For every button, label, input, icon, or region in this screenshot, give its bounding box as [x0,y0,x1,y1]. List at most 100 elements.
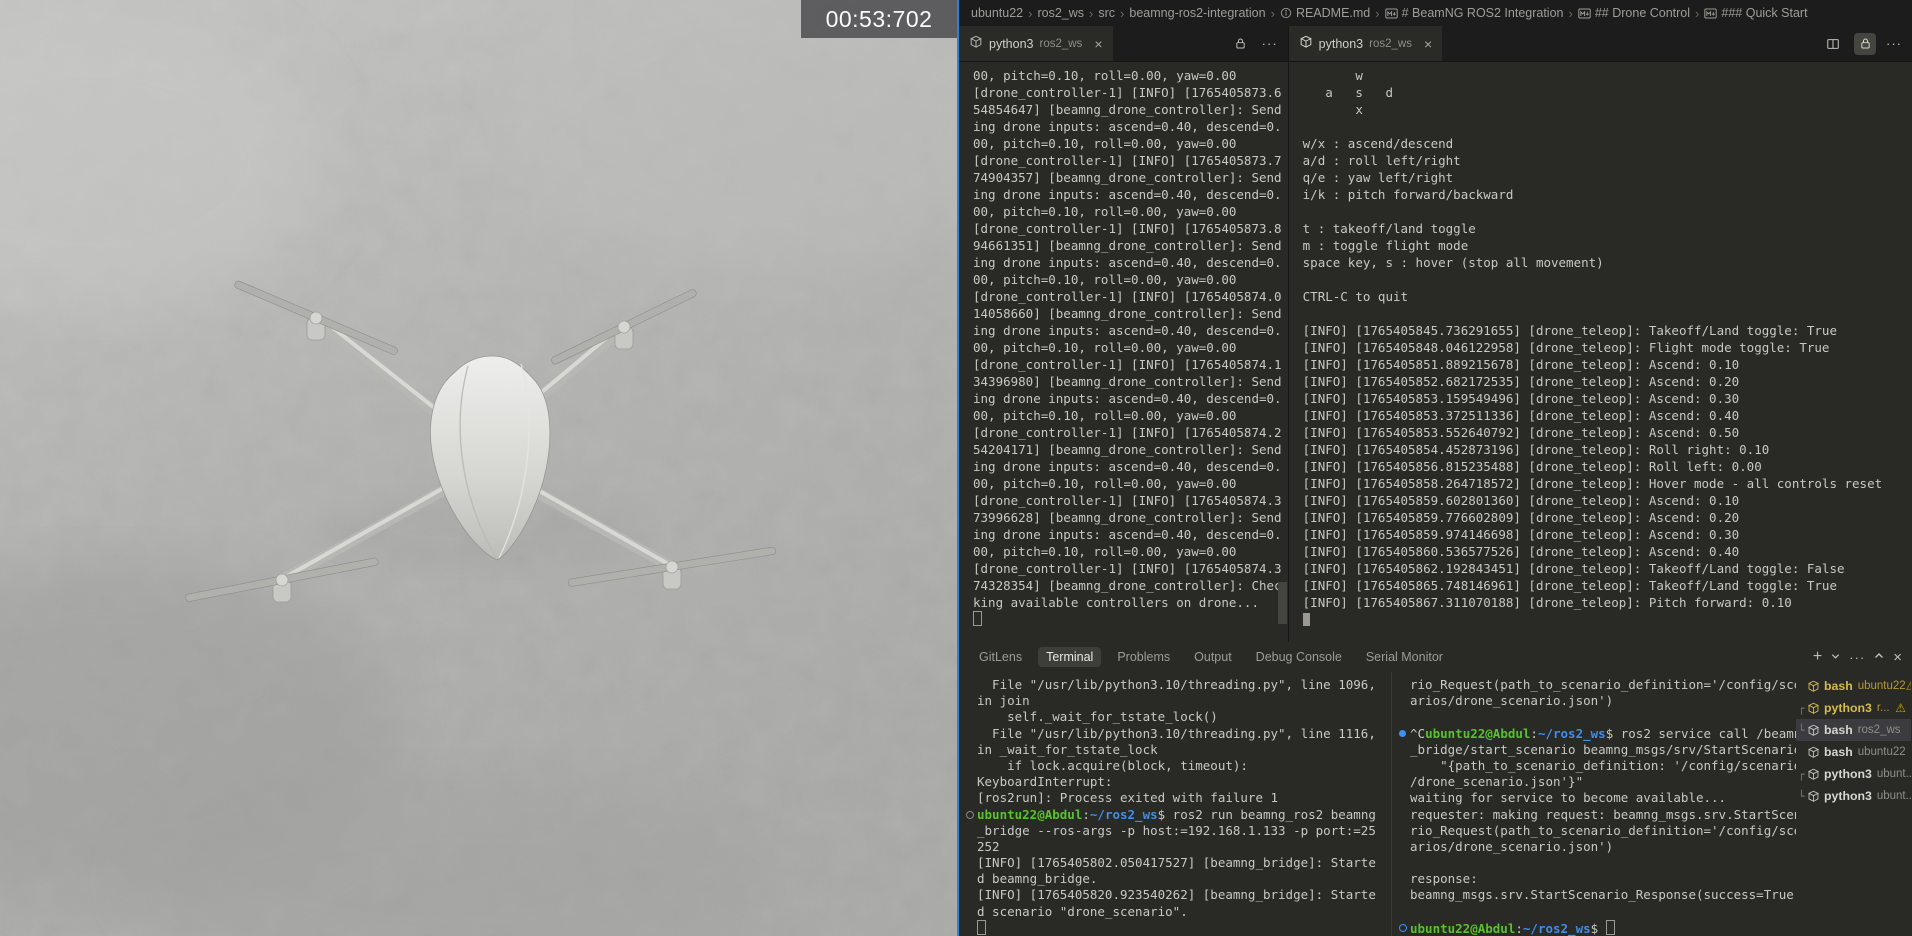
new-terminal-icon[interactable]: + [1813,648,1822,666]
terminal-line: if lock.acquire(block, timeout): [969,758,1391,774]
terminal-editor-left[interactable]: 00, pitch=0.10, roll=0.00, yaw=0.00[dron… [959,62,1289,642]
panel-tab-gitlens[interactable]: GitLens [971,647,1030,667]
breadcrumb-item[interactable]: ubuntu22 [971,6,1023,20]
tree-connector: ┌ [1798,768,1807,781]
panel-actions: + ··· × [1813,642,1902,672]
command-decoration-icon[interactable] [966,811,974,819]
panel-tab-serial-monitor[interactable]: Serial Monitor [1358,647,1451,667]
tab-python3-ros2ws-right[interactable]: python3 ros2_ws × [1289,26,1443,61]
breadcrumb-item[interactable]: ### Quick Start [1704,6,1807,20]
close-panel-icon[interactable]: × [1893,649,1902,666]
terminal-line: 00, pitch=0.10, roll=0.00, yaw=0.00 [969,67,1288,84]
terminal-line: [drone_controller-1] [INFO] [1765405873.… [969,84,1288,101]
terminal-profile-icon [1807,702,1820,715]
terminal-panel-body: File "/usr/lib/python3.10/threading.py",… [959,672,1912,936]
editor-group-left-tabs: python3 ros2_ws × ··· [959,26,1289,61]
command-decoration-icon[interactable] [1399,730,1406,737]
terminal-line: rio_Request(path_to_scenario_definition=… [1402,823,1796,839]
panel-tab-bar: GitLens Terminal Problems Output Debug Conso… [959,642,1912,672]
terminal-line: ing drone inputs: ascend=0.40, descend=0… [969,118,1288,135]
chevron-down-icon[interactable] [1831,648,1840,666]
terminal-list-item[interactable]: └bashros2_ws [1796,719,1911,741]
terminal-line: "{path_to_scenario_definition: '/config/… [1402,758,1796,774]
terminal-line: CTRL-C to quit [1299,288,1912,305]
lock-icon[interactable] [1854,33,1876,55]
breadcrumb-item[interactable]: ## Drone Control [1578,6,1690,20]
terminal-profile-icon [1807,680,1820,693]
terminal-line [1299,271,1912,288]
terminal-list-item[interactable]: bashubuntu22⚠ [1796,675,1911,697]
terminal-line: [INFO] [1765405853.552640792] [drone_tel… [1299,424,1912,441]
terminal-line: d scenario "drone_scenario". [969,904,1391,920]
panel-tab-problems[interactable]: Problems [1109,647,1178,667]
terminal-line: [INFO] [1765405862.192843451] [drone_tel… [1299,560,1912,577]
breadcrumb-separator: › [1120,6,1124,21]
terminal-pane-right[interactable]: rio_Request(path_to_scenario_definition=… [1392,672,1796,936]
terminal-line: 74328354] [beamng_drone_controller]: Che… [969,577,1288,594]
tab-python3-ros2ws-left[interactable]: python3 ros2_ws × [959,26,1113,61]
breadcrumb-item[interactable]: # BeamNG ROS2 Integration [1385,6,1564,20]
lock-icon[interactable] [1230,33,1252,55]
terminal-line [969,611,1288,628]
terminal-line: [drone_controller-1] [INFO] [1765405874.… [969,288,1288,305]
breadcrumb-separator: › [1089,6,1093,21]
split-editor-icon[interactable] [1822,33,1844,55]
terminal-line: [INFO] [1765405845.736291655] [drone_tel… [1299,322,1912,339]
terminal-editor-right[interactable]: w a s d xw/x : ascend/descenda/d : roll … [1289,62,1912,642]
breadcrumb-item[interactable]: README.md [1280,6,1370,20]
terminal-line: waiting for service to become available.… [1402,790,1796,806]
terminal-line [969,920,1391,936]
command-decoration-icon[interactable] [1399,924,1407,932]
terminal-profile-icon [1807,724,1820,737]
terminal-line: ing drone inputs: ascend=0.40, descend=0… [969,526,1288,543]
close-icon[interactable]: × [1424,36,1432,52]
terminal-line [1402,855,1796,871]
drone-3d-render [0,0,957,936]
terminal-list: bashubuntu22⚠┌python3r...⚠└bashros2_wsba… [1796,672,1911,936]
terminal-line: in _wait_for_tstate_lock [969,742,1391,758]
more-actions-icon[interactable]: ··· [1849,650,1865,665]
terminal-line: 00, pitch=0.10, roll=0.00, yaw=0.00 [969,203,1288,220]
terminal-line: 34396980] [beamng_drone_controller]: Sen… [969,373,1288,390]
terminal-line: ubuntu22@Abdul:~/ros2_ws$ ros2 run beamn… [969,807,1391,823]
more-actions-icon[interactable]: ··· [1886,36,1902,51]
terminal-list-item[interactable]: bashubuntu22 [1796,741,1911,763]
beamng-3d-viewport[interactable]: 00:53:702 [0,0,957,936]
tab-detail: ros2_ws [1369,38,1412,50]
panel-tab-terminal[interactable]: Terminal [1038,647,1101,667]
markdown-icon [1385,8,1398,19]
terminal-profile-icon [969,35,983,52]
terminal-profile-icon [1807,746,1820,759]
close-icon[interactable]: × [1094,36,1102,52]
markdown-icon [1704,8,1717,19]
scrollbar[interactable] [1278,582,1287,624]
terminal-list-item[interactable]: └python3ubunt... [1796,785,1911,807]
terminal-list-item[interactable]: ┌python3ubunt... [1796,763,1911,785]
tab-detail: ros2_ws [1039,38,1082,50]
terminal-line: 00, pitch=0.10, roll=0.00, yaw=0.00 [969,339,1288,356]
panel-tab-debug-console[interactable]: Debug Console [1248,647,1350,667]
terminal-line: [INFO] [1765405848.046122958] [drone_tel… [1299,339,1912,356]
terminal-cursor [973,611,982,626]
terminal-line: d beamng_bridge. [969,871,1391,887]
terminal-line: 00, pitch=0.10, roll=0.00, yaw=0.00 [969,135,1288,152]
terminal-line [1402,904,1796,920]
more-actions-icon[interactable]: ··· [1262,36,1278,51]
terminal-pane-left[interactable]: File "/usr/lib/python3.10/threading.py",… [959,672,1392,936]
breadcrumb-item[interactable]: src [1098,6,1115,20]
terminal-line: in join [969,693,1391,709]
tree-connector: ┌ [1798,702,1807,715]
maximize-panel-icon[interactable] [1874,648,1884,666]
terminal-profile-icon [1299,35,1313,52]
terminal-line: [INFO] [1765405853.159549496] [drone_tel… [1299,390,1912,407]
bottom-panel: GitLens Terminal Problems Output Debug Conso… [959,642,1912,936]
terminal-line: [INFO] [1765405858.264718572] [drone_tel… [1299,475,1912,492]
terminal-line: [INFO] [1765405851.889215678] [drone_tel… [1299,356,1912,373]
terminal-line: rio_Request(path_to_scenario_definition=… [1402,677,1796,693]
panel-tab-output[interactable]: Output [1186,647,1240,667]
terminal-cursor [977,920,986,935]
breadcrumb-item[interactable]: beamng-ros2-integration [1129,6,1265,20]
breadcrumb-item[interactable]: ros2_ws [1037,6,1084,20]
terminal-list-item[interactable]: ┌python3r...⚠ [1796,697,1911,719]
terminal-profile-icon [1807,768,1820,781]
